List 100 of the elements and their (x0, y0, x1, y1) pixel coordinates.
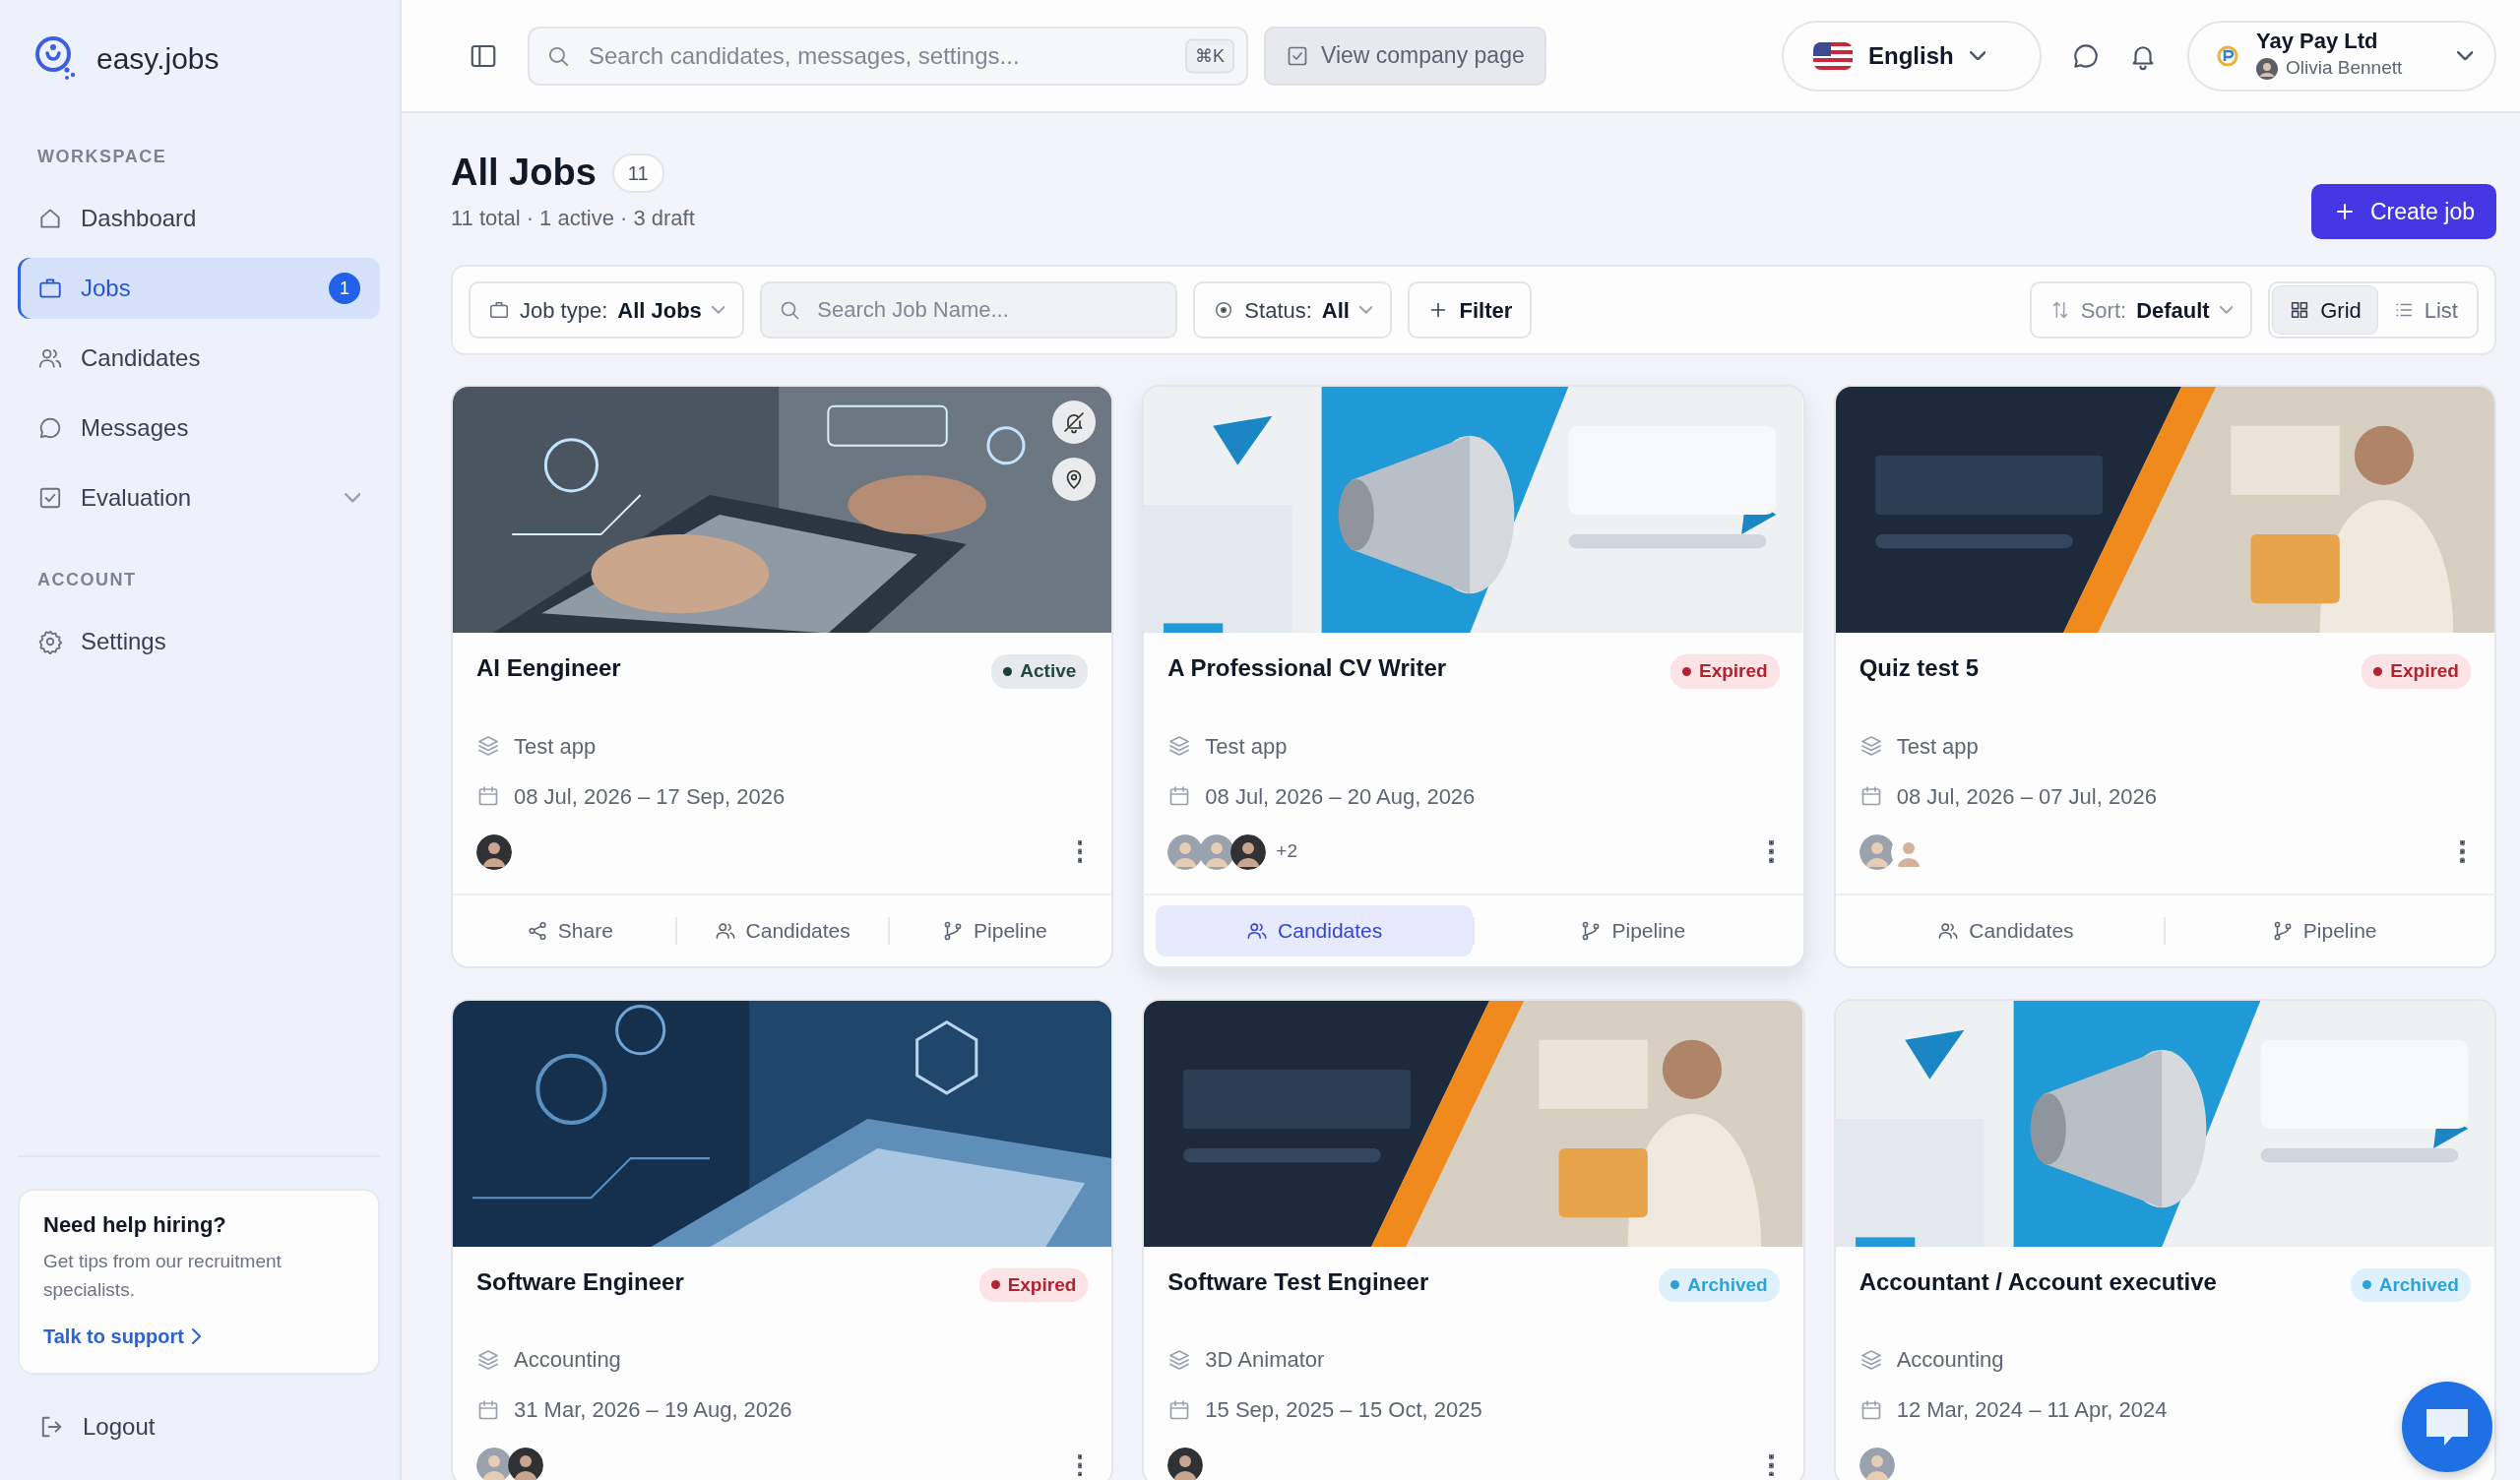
more-icon (1077, 1453, 1083, 1477)
chat-bubble-icon (37, 415, 63, 441)
avatar (476, 1448, 512, 1480)
layers-icon (476, 734, 500, 758)
chevron-icon (1969, 50, 1986, 61)
status-badge: Archived (1659, 1267, 1780, 1302)
job-type-dropdown[interactable]: Job type: All Jobs (469, 281, 745, 339)
create-job-button[interactable]: Create job (2310, 184, 2496, 239)
shortcut-key: ⌘K (1185, 38, 1234, 73)
status-badge: Expired (2362, 654, 2471, 689)
help-title: Need help hiring? (43, 1211, 227, 1238)
layers-icon (1858, 734, 1883, 758)
status-badge: Expired (1670, 654, 1780, 689)
job-dates: 15 Sep, 2025 – 15 Oct, 2025 (1205, 1396, 1482, 1424)
chevron-icon (2219, 306, 2234, 314)
avatar (1230, 833, 1267, 870)
chevron-icon (2456, 50, 2473, 61)
sidebar-item[interactable]: Jobs 1 (18, 258, 380, 319)
count-badge: 11 (611, 153, 664, 193)
job-category: 3D Animator (1205, 1346, 1325, 1374)
job-search-field[interactable]: Search Job Name... (760, 281, 1178, 339)
layers-icon (1858, 1347, 1883, 1372)
checkbox-icon (37, 485, 63, 511)
count-badge: 1 (329, 273, 360, 304)
status-badge: Archived (2350, 1267, 2471, 1302)
help-text: Get tips from our recruitment specialists. (43, 1250, 283, 1302)
support-link[interactable]: Talk to support (43, 1322, 201, 1351)
section-label: ACCOUNT (37, 569, 138, 591)
job-category: Test app (514, 732, 597, 761)
user-name: Olivia Bennett (2286, 56, 2403, 81)
share-icon (526, 919, 548, 942)
avatar (1858, 833, 1895, 870)
job-title: A Professional CV Writer (1167, 654, 1447, 683)
status-badge: Expired (978, 1267, 1089, 1302)
avatar (476, 833, 512, 870)
candidates-button[interactable]: Candidates (676, 904, 888, 956)
job-category: Accounting (1896, 1346, 2004, 1374)
job-category: Accounting (514, 1346, 621, 1374)
logout-button[interactable]: Logout (18, 1396, 380, 1457)
job-dates: 08 Jul, 2026 – 20 Aug, 2026 (1205, 782, 1476, 811)
status-badge: Active (991, 654, 1089, 689)
sidebar-item[interactable]: Dashboard (18, 188, 380, 249)
more-icon (2460, 840, 2465, 863)
company-logo-icon (2217, 44, 2238, 67)
calendar-icon (476, 784, 500, 808)
brand-name: easy.jobs (96, 40, 220, 77)
avatar (1167, 1448, 1204, 1480)
job-title: Quiz test 5 (1858, 654, 1979, 683)
job-category: Test app (1896, 732, 1979, 761)
view-toggle[interactable]: Grid (2273, 286, 2377, 334)
pipeline-button[interactable]: Pipeline (889, 904, 1101, 956)
avatar (1858, 1448, 1895, 1480)
more-icon (1768, 840, 1774, 863)
calendar-icon (476, 1397, 500, 1422)
share-button[interactable]: Share (465, 904, 675, 956)
more-count: +2 (1276, 839, 1297, 864)
job-title: Software Engineer (476, 1267, 684, 1297)
chevron-icon (344, 493, 360, 503)
view-toggle[interactable]: List (2376, 286, 2474, 334)
sidebar-item[interactable]: Settings (18, 611, 380, 672)
company-page-button[interactable]: View company page (1264, 26, 1546, 86)
more-icon (1768, 1453, 1774, 1477)
candidates-button[interactable]: Candidates (1847, 904, 2165, 956)
sidebar-item[interactable]: Evaluation (18, 467, 380, 528)
filter-button[interactable]: Filter (1408, 281, 1533, 339)
avatar-icon (2256, 57, 2278, 80)
chevron-icon (191, 1328, 201, 1344)
layers-icon (1167, 734, 1192, 758)
sort-dropdown[interactable]: Sort: Default (2029, 281, 2253, 339)
page-title: All Jobs (451, 151, 597, 195)
sidebar-item[interactable]: Candidates (18, 328, 380, 389)
settings-icon (37, 629, 63, 654)
job-dates: 12 Mar, 2024 – 11 Apr, 2024 (1896, 1396, 2168, 1424)
flag-icon (1813, 41, 1853, 70)
bell-slash-icon (1062, 410, 1087, 434)
candidates-button[interactable]: Candidates (1156, 904, 1473, 956)
avatar (1167, 833, 1204, 870)
job-title: AI Eengineer (476, 654, 621, 683)
chevron-icon (711, 306, 725, 314)
chevron-icon (1358, 306, 1373, 314)
sidebar-item[interactable]: Messages (18, 398, 380, 459)
company-name: Yay Pay Ltd (2256, 29, 2379, 55)
section-label: WORKSPACE (37, 146, 168, 168)
more-icon (1077, 840, 1083, 863)
pipeline-button[interactable]: Pipeline (1475, 904, 1792, 956)
job-dates: 08 Jul, 2026 – 07 Jul, 2026 (1896, 782, 2157, 811)
briefcase-icon (37, 276, 63, 301)
avatar (1199, 833, 1235, 870)
job-dates: 31 Mar, 2026 – 19 Aug, 2026 (514, 1396, 792, 1424)
summary-text: 11 total · 1 active · 3 draft (451, 204, 695, 232)
status-dropdown[interactable]: Status: All (1193, 281, 1393, 339)
briefcase-icon (488, 299, 510, 321)
job-title: Software Test Engineer (1167, 1267, 1429, 1297)
layers-icon (1167, 1347, 1192, 1372)
layers-icon (476, 1347, 500, 1372)
language-selector[interactable]: English (1782, 20, 2042, 92)
account-menu[interactable]: Yay Pay Ltd Olivia Bennett (2187, 20, 2496, 92)
pipeline-button[interactable]: Pipeline (2166, 904, 2483, 956)
job-title: Accountant / Account executive (1858, 1267, 2217, 1297)
job-dates: 08 Jul, 2026 – 17 Sep, 2026 (514, 782, 786, 811)
